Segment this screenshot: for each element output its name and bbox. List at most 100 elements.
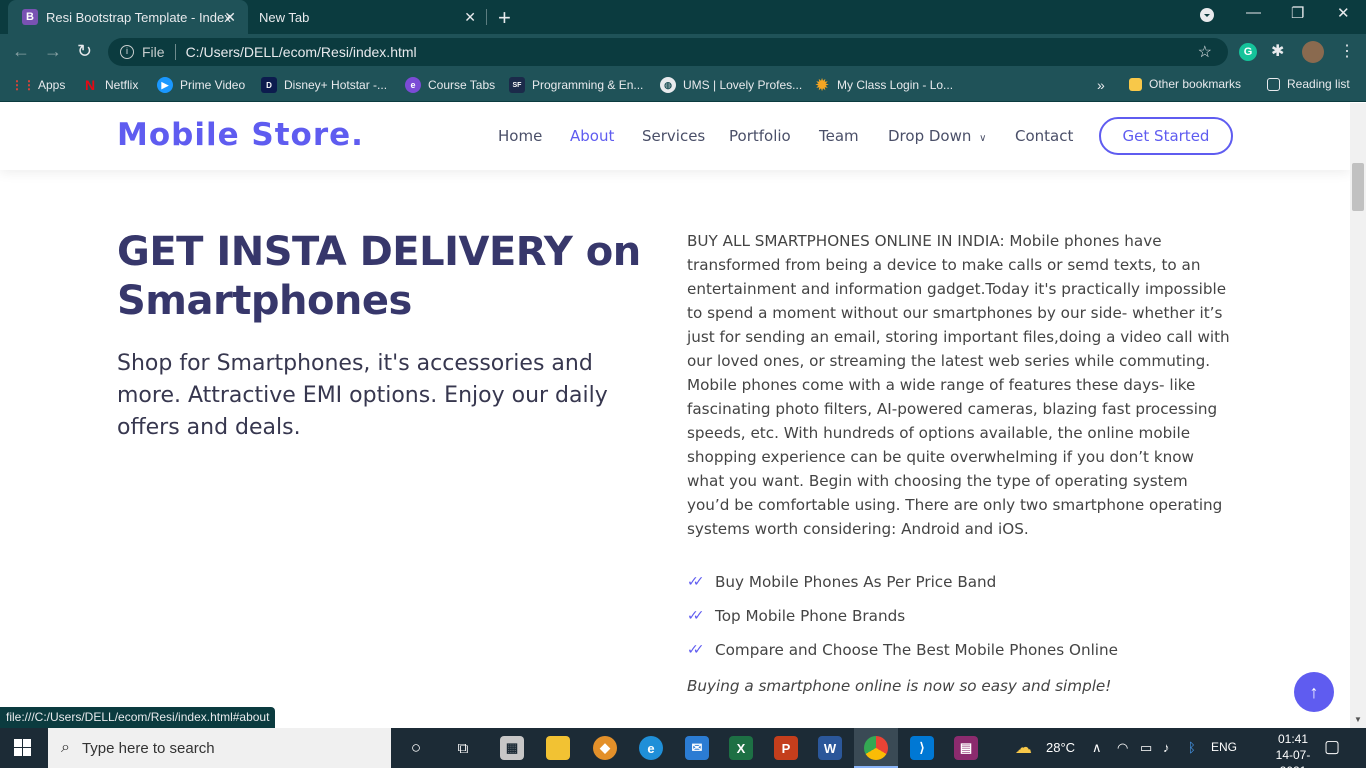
about-title: GET INSTA DELIVERY on Smartphones [117,228,647,326]
mail-icon[interactable]: ✉ [685,736,709,760]
nav-about[interactable]: About [570,127,614,145]
bookmark-label: Course Tabs [428,78,496,92]
bookmark-course-tabs[interactable]: e Course Tabs [405,77,495,93]
battery-icon[interactable]: ▭ [1140,740,1152,756]
address-separator [174,44,176,60]
get-started-button[interactable]: Get Started [1099,117,1233,155]
more-bookmarks-chevron-icon[interactable]: » [1097,77,1105,93]
bookmark-other[interactable]: Other bookmarks [1129,77,1241,91]
brave-icon[interactable]: ◆ [593,736,617,760]
bookmark-ums[interactable]: ◍ UMS | Lovely Profes... [660,77,802,93]
prime-video-icon: ▶ [157,77,173,93]
tab-new-tab[interactable]: New Tab ✕ [248,0,488,34]
folder-icon [1129,77,1142,91]
bookmark-label: Programming & En... [532,78,644,92]
cortana-circle-icon[interactable]: ○ [404,736,428,760]
file-explorer-icon[interactable] [546,736,570,760]
bluetooth-icon[interactable]: ᛒ [1188,740,1196,755]
chrome-icon[interactable] [864,736,888,760]
menu-kebab-icon[interactable]: ⋮ [1339,43,1357,61]
reload-icon[interactable]: ↻ [77,41,92,62]
weather-icon[interactable]: ☁ [1015,738,1032,758]
address-bar[interactable]: i File C:/Users/DELL/ecom/Resi/index.htm… [108,38,1228,66]
about-closing-line: Buying a smartphone online is now so eas… [687,677,1112,695]
bookmark-hotstar[interactable]: D Disney+ Hotstar -... [261,77,387,93]
bookmark-star-icon[interactable]: ☆ [1198,42,1212,62]
bookmark-label: Other bookmarks [1149,77,1242,91]
profile-avatar[interactable] [1302,41,1324,63]
vscode-icon[interactable]: ⟩ [910,736,934,760]
windows-start-icon[interactable] [14,739,31,761]
list-item: ✓✓ Compare and Choose The Best Mobile Ph… [687,633,1247,667]
clock-time: 01:41 [1277,732,1309,746]
nav-contact[interactable]: Contact [1015,127,1073,145]
globe-icon: ◍ [660,77,676,93]
bookmark-netflix[interactable]: N Netflix [82,77,138,93]
store-icon[interactable]: ▦ [500,736,524,760]
sf-icon: SF [509,77,525,93]
bookmark-my-class[interactable]: ✹ My Class Login - Lo... [814,77,954,94]
taskbar-search-input[interactable]: ⌕ Type here to search [48,728,391,768]
edge-icon: e [405,77,421,93]
bookmark-label: Prime Video [180,78,246,92]
scrollbar-thumb[interactable] [1352,163,1364,211]
nav-team[interactable]: Team [819,127,859,145]
edge-browser-icon[interactable]: e [639,736,663,760]
bookmark-programming[interactable]: SF Programming & En... [509,77,643,93]
forward-arrow-icon[interactable]: → [44,41,62,62]
restore-icon[interactable]: ❐ [1291,4,1304,22]
link-status-bubble: file:///C:/Users/DELL/ecom/Resi/index.ht… [0,707,276,728]
tab-title: New Tab [259,9,310,25]
excel-icon[interactable]: X [729,736,753,760]
windows-taskbar: ⌕ Type here to search ○ ⧉ ▦ ◆ e ✉ X P W … [0,728,1366,768]
browser-tab-strip: B Resi Bootstrap Template - Index ✕ New … [0,0,1366,34]
list-item-text: Compare and Choose The Best Mobile Phone… [715,641,1118,659]
sun-icon: ✹ [815,77,829,94]
close-tab-icon[interactable]: ✕ [224,9,236,26]
scroll-down-arrow-icon[interactable]: ▼ [1354,715,1362,724]
nav-drop-down[interactable]: Drop Down ∨ [888,127,986,145]
bookmark-label: My Class Login - Lo... [837,78,954,92]
back-arrow-icon[interactable]: ← [12,41,30,62]
reading-list-icon [1267,77,1280,91]
feature-checklist: ✓✓ Buy Mobile Phones As Per Price Band ✓… [687,565,1247,667]
new-tab-plus-icon[interactable]: + [498,5,511,31]
site-logo[interactable]: Mobile Store. [117,117,364,153]
notifications-icon[interactable]: ▢ [1324,737,1340,757]
bookmark-label: UMS | Lovely Profes... [683,78,803,92]
nav-portfolio[interactable]: Portfolio [729,127,791,145]
info-icon[interactable]: i [120,45,134,59]
hotstar-icon: D [261,77,277,93]
task-view-icon[interactable]: ⧉ [451,736,475,760]
scheme-label: File [142,44,165,60]
bookmark-reading-list[interactable]: Reading list [1267,77,1350,91]
about-subtitle: Shop for Smartphones, it's accessories a… [117,351,608,440]
nav-services[interactable]: Services [642,127,705,145]
close-tab-icon[interactable]: ✕ [464,9,476,26]
nav-home[interactable]: Home [498,127,542,145]
list-item: ✓✓ Top Mobile Phone Brands [687,599,1247,633]
bookmark-prime-video[interactable]: ▶ Prime Video [157,77,245,93]
winrar-icon[interactable]: ▤ [954,736,978,760]
powerpoint-icon[interactable]: P [774,736,798,760]
tray-chevron-up-icon[interactable]: ∧ [1092,740,1102,756]
word-icon[interactable]: W [818,736,842,760]
taskbar-clock[interactable]: 01:41 14-07-2021 [1263,731,1323,768]
volume-icon[interactable]: ♪ [1163,740,1170,755]
site-header: Mobile Store. Home About Services Portfo… [0,103,1350,170]
wifi-icon[interactable]: ◠ [1117,740,1128,756]
page-scrollbar[interactable]: ▼ [1350,103,1366,728]
tab-search-icon[interactable] [1200,8,1214,26]
arrow-up-icon: ↑ [1309,681,1319,702]
bookmark-label: Apps [38,78,66,92]
bookmark-apps[interactable]: ⋮⋮ Apps [11,77,66,93]
language-indicator[interactable]: ENG [1211,740,1237,754]
extensions-puzzle-icon[interactable]: ✱ [1271,43,1289,61]
weather-temp[interactable]: 28°C [1046,740,1075,755]
tab-resi-template[interactable]: B Resi Bootstrap Template - Index ✕ [8,0,248,34]
close-window-icon[interactable]: ✕ [1337,4,1350,22]
back-to-top-button[interactable]: ↑ [1294,672,1334,712]
grammarly-icon[interactable]: G [1239,43,1257,61]
about-title-line2: Smartphones [117,278,412,324]
minimize-icon[interactable]: — [1246,4,1261,21]
